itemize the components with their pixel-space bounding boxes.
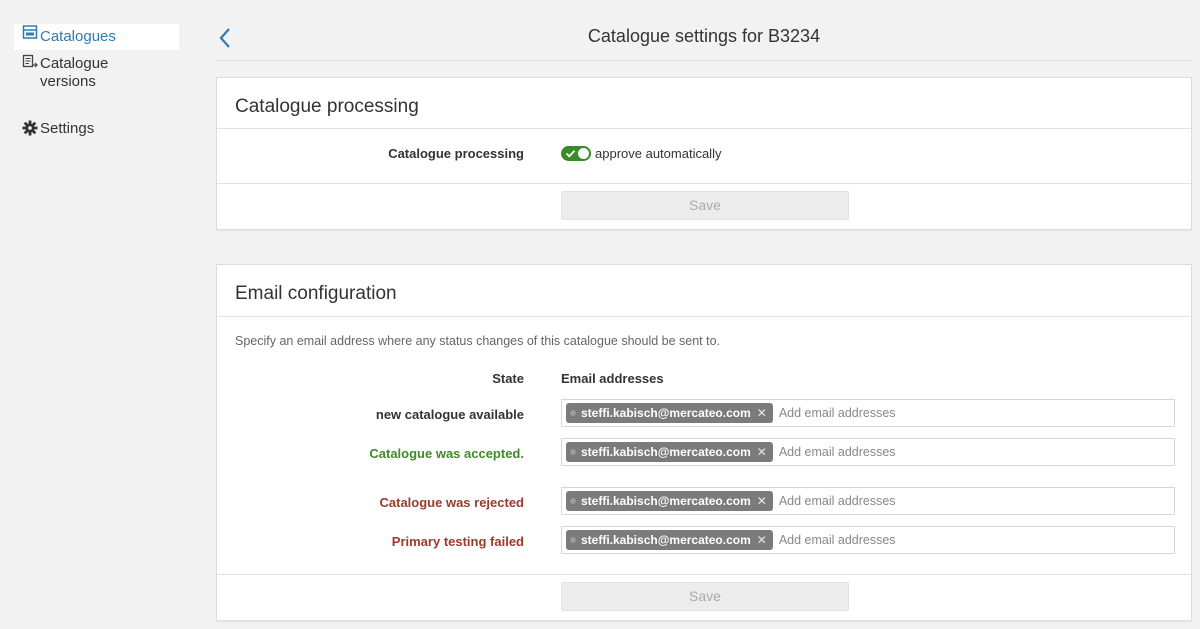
divider	[217, 128, 1191, 129]
add-email-input[interactable]	[778, 491, 1079, 511]
email-field-primary-testing[interactable]: steffi.kabisch@mercateo.com ✕	[561, 526, 1175, 554]
add-email-input[interactable]	[778, 442, 1079, 462]
check-icon	[565, 150, 576, 158]
approve-automatically-toggle[interactable]	[561, 146, 591, 161]
sidebar-item-label: Catalogues	[40, 28, 116, 45]
column-header-email: Email addresses	[561, 371, 664, 386]
email-chip: steffi.kabisch@mercateo.com ✕	[566, 491, 773, 511]
divider	[217, 183, 1191, 184]
chip-label: steffi.kabisch@mercateo.com	[581, 494, 751, 508]
remove-chip-icon[interactable]: ✕	[757, 494, 767, 508]
catalogue-processing-panel: Catalogue processing Catalogue processin…	[216, 77, 1192, 230]
chip-dot	[570, 410, 576, 416]
chip-label: steffi.kabisch@mercateo.com	[581, 445, 751, 459]
catalogue-icon	[14, 24, 40, 40]
add-email-input[interactable]	[778, 403, 1079, 423]
processing-save-button[interactable]: Save	[561, 191, 849, 220]
panel-title: Catalogue processing	[235, 96, 419, 117]
sidebar-item-label: Settings	[40, 120, 95, 137]
sidebar-item-settings[interactable]: Settings	[14, 116, 179, 142]
divider	[217, 574, 1191, 575]
header-divider	[216, 60, 1192, 61]
email-chip: steffi.kabisch@mercateo.com ✕	[566, 403, 773, 423]
email-save-button[interactable]: Save	[561, 582, 849, 611]
chip-label: steffi.kabisch@mercateo.com	[581, 533, 751, 547]
email-field-new-catalogue[interactable]: steffi.kabisch@mercateo.com ✕	[561, 399, 1175, 427]
sidebar-item-catalogues[interactable]: Catalogues	[14, 24, 179, 50]
column-header-state: State	[492, 371, 524, 386]
email-field-accepted[interactable]: steffi.kabisch@mercateo.com ✕	[561, 438, 1175, 466]
page-title: Catalogue settings for B3234	[587, 26, 821, 46]
divider	[217, 316, 1191, 317]
panel-title: Email configuration	[235, 283, 397, 304]
toggle-label: approve automatically	[595, 146, 722, 161]
add-email-input[interactable]	[778, 530, 1079, 550]
chip-dot	[570, 537, 576, 543]
chip-dot	[570, 449, 576, 455]
chip-label: steffi.kabisch@mercateo.com	[581, 406, 751, 420]
remove-chip-icon[interactable]: ✕	[757, 406, 767, 420]
remove-chip-icon[interactable]: ✕	[757, 533, 767, 547]
chip-dot	[570, 498, 576, 504]
email-chip: steffi.kabisch@mercateo.com ✕	[566, 530, 773, 550]
email-hint: Specify an email address where any statu…	[235, 334, 721, 348]
sidebar: Catalogues Catalogue versions Settings	[0, 0, 196, 629]
sidebar-item-label: Catalogue versions	[40, 55, 109, 90]
sidebar-item-catalogue-versions[interactable]: Catalogue versions	[14, 54, 179, 95]
email-field-rejected[interactable]: steffi.kabisch@mercateo.com ✕	[561, 487, 1175, 515]
email-chip: steffi.kabisch@mercateo.com ✕	[566, 442, 773, 462]
state-label: Catalogue was rejected	[379, 495, 525, 510]
state-label: new catalogue available	[375, 407, 524, 422]
gear-icon	[14, 116, 40, 136]
email-configuration-panel: Email configuration Specify an email add…	[216, 264, 1192, 621]
toggle-knob	[578, 148, 589, 159]
catalogue-processing-label: Catalogue processing	[388, 146, 524, 161]
state-label: Catalogue was accepted.	[369, 446, 524, 461]
catalogue-versions-icon	[14, 54, 40, 70]
state-label: Primary testing failed	[391, 534, 524, 549]
remove-chip-icon[interactable]: ✕	[757, 445, 767, 459]
